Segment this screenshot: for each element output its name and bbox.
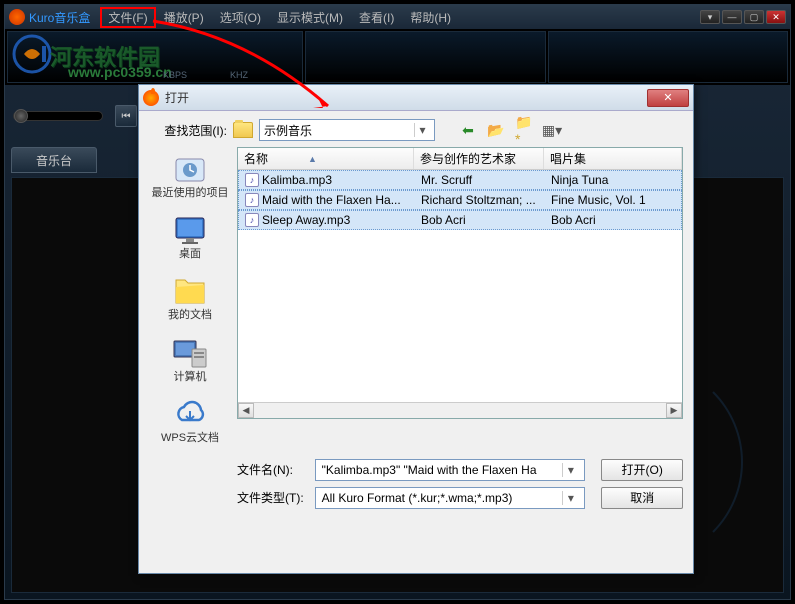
filename-value: "Kalimba.mp3" "Maid with the Flaxen Ha (322, 463, 537, 477)
file-album: Fine Music, Vol. 1 (545, 193, 681, 207)
file-row[interactable]: ♪Maid with the Flaxen Ha... Richard Stol… (238, 190, 682, 210)
scroll-left-icon[interactable]: ◀ (238, 403, 254, 418)
up-folder-icon[interactable]: 📂 (487, 121, 505, 139)
open-button[interactable]: 打开(O) (601, 459, 683, 481)
place-recent-label: 最近使用的项目 (152, 187, 229, 200)
filename-row: 文件名(N): "Kalimba.mp3" "Maid with the Fla… (237, 459, 683, 481)
lookin-value: 示例音乐 (264, 122, 312, 139)
file-album: Ninja Tuna (545, 173, 681, 187)
filetype-combo[interactable]: All Kuro Format (*.kur;*.wma;*.mp3) ▾ (315, 487, 586, 509)
watermark-url: www.pc0359.cn (68, 64, 172, 80)
filetype-label: 文件类型(T): (237, 489, 307, 506)
seek-thumb[interactable] (14, 109, 28, 123)
place-desktop-label: 桌面 (179, 248, 201, 261)
new-folder-icon[interactable]: 📁* (515, 121, 533, 139)
back-icon[interactable]: ⬅ (459, 121, 477, 139)
cloud-icon (172, 398, 208, 430)
places-bar: 最近使用的项目 桌面 我的文档 计算机 WPS云文档 (149, 147, 231, 449)
khz-label: KHZ (230, 70, 248, 80)
folder-icon (233, 122, 253, 138)
chevron-down-icon[interactable]: ▾ (562, 463, 578, 477)
horizontal-scrollbar[interactable]: ◀ ▶ (238, 402, 682, 418)
seek-bar[interactable] (13, 111, 103, 121)
view-menu-icon[interactable]: ▦▾ (543, 121, 561, 139)
place-recent[interactable]: 最近使用的项目 (149, 149, 231, 204)
filename-input[interactable]: "Kalimba.mp3" "Maid with the Flaxen Ha ▾ (315, 459, 586, 481)
minimize-button[interactable]: — (722, 10, 742, 24)
filetype-row: 文件类型(T): All Kuro Format (*.kur;*.wma;*.… (237, 487, 683, 509)
recent-icon (172, 153, 208, 185)
place-documents-label: 我的文档 (168, 309, 212, 322)
chevron-down-icon[interactable]: ▾ (414, 123, 430, 137)
dialog-close-button[interactable]: ✕ (647, 89, 689, 107)
lookin-combo[interactable]: 示例音乐 ▾ (259, 119, 435, 141)
file-name: Sleep Away.mp3 (262, 213, 350, 227)
menu-play[interactable]: 播放(P) (156, 7, 212, 28)
file-album: Bob Acri (545, 213, 681, 227)
display-area: 河东软件园 www.pc0359.cn KBPS KHZ (5, 29, 790, 85)
scroll-track[interactable] (254, 403, 666, 418)
file-row[interactable]: ♪Kalimba.mp3 Mr. Scruff Ninja Tuna (238, 170, 682, 190)
filename-label: 文件名(N): (237, 461, 307, 478)
sort-asc-icon: ▲ (308, 154, 317, 164)
file-row[interactable]: ♪Sleep Away.mp3 Bob Acri Bob Acri (238, 210, 682, 230)
col-name[interactable]: 名称 ▲ (238, 148, 414, 169)
kbps-label: KBPS (163, 70, 187, 80)
nav-toolbar: ⬅ 📂 📁* ▦▾ (459, 121, 561, 139)
open-dialog: 打开 ✕ 查找范围(I): 示例音乐 ▾ ⬅ 📂 📁* ▦▾ 最近使用的项目 (138, 84, 694, 574)
menu-file[interactable]: 文件(F) (100, 7, 155, 28)
place-wpscloud[interactable]: WPS云文档 (149, 394, 231, 449)
dialog-title: 打开 (165, 89, 189, 106)
audio-file-icon: ♪ (245, 193, 259, 207)
dialog-body: 查找范围(I): 示例音乐 ▾ ⬅ 📂 📁* ▦▾ 最近使用的项目 (139, 111, 693, 523)
chevron-down-icon[interactable]: ▾ (562, 491, 578, 505)
titlebar: Kuro音乐盒 文件(F) 播放(P) 选项(O) 显示模式(M) 查看(I) … (5, 5, 790, 29)
place-computer[interactable]: 计算机 (149, 333, 231, 388)
place-documents[interactable]: 我的文档 (149, 271, 231, 326)
mid-display (305, 31, 546, 83)
window-controls: ▾ — ▢ ✕ (700, 10, 786, 24)
lookin-label: 查找范围(I): (149, 122, 227, 139)
prev-button[interactable]: ⏮ (115, 105, 137, 127)
left-display: 河东软件园 www.pc0359.cn KBPS KHZ (7, 31, 303, 83)
computer-icon (172, 337, 208, 369)
file-artist: Mr. Scruff (415, 173, 545, 187)
list-rows: ♪Kalimba.mp3 Mr. Scruff Ninja Tuna ♪Maid… (238, 170, 682, 402)
tray-button[interactable]: ▾ (700, 10, 720, 24)
dialog-fire-icon (143, 90, 159, 106)
col-name-label: 名称 (244, 150, 268, 167)
lookin-row: 查找范围(I): 示例音乐 ▾ ⬅ 📂 📁* ▦▾ (149, 119, 683, 141)
file-artist: Bob Acri (415, 213, 545, 227)
file-name: Kalimba.mp3 (262, 173, 332, 187)
col-album[interactable]: 唱片集 (544, 148, 682, 169)
right-display (548, 31, 789, 83)
desktop-icon (172, 214, 208, 246)
maximize-button[interactable]: ▢ (744, 10, 764, 24)
col-artist[interactable]: 参与创作的艺术家 (414, 148, 544, 169)
documents-icon (172, 275, 208, 307)
menu-help[interactable]: 帮助(H) (402, 7, 459, 28)
place-desktop[interactable]: 桌面 (149, 210, 231, 265)
list-header: 名称 ▲ 参与创作的艺术家 唱片集 (238, 148, 682, 170)
menu-view[interactable]: 查看(I) (351, 7, 402, 28)
filetype-value: All Kuro Format (*.kur;*.wma;*.mp3) (322, 491, 513, 505)
tab-music[interactable]: 音乐台 (11, 147, 97, 173)
file-name: Maid with the Flaxen Ha... (262, 193, 401, 207)
dialog-titlebar[interactable]: 打开 ✕ (139, 85, 693, 111)
file-list: 名称▲ 参与创作的艺术家 唱片集 ♪Kalimba.mp3 Mr. Scruff… (237, 147, 683, 419)
file-artist: Richard Stoltzman; ... (415, 193, 545, 207)
scroll-right-icon[interactable]: ▶ (666, 403, 682, 418)
menu-options[interactable]: 选项(O) (212, 7, 269, 28)
place-computer-label: 计算机 (174, 371, 207, 384)
cancel-button[interactable]: 取消 (601, 487, 683, 509)
bottom-rows: 文件名(N): "Kalimba.mp3" "Maid with the Fla… (237, 459, 683, 509)
dialog-main: 最近使用的项目 桌面 我的文档 计算机 WPS云文档 (149, 147, 683, 449)
app-icon (9, 9, 25, 25)
menu-viewmode[interactable]: 显示模式(M) (269, 7, 351, 28)
close-button[interactable]: ✕ (766, 10, 786, 24)
audio-file-icon: ♪ (245, 213, 259, 227)
place-wpscloud-label: WPS云文档 (161, 432, 219, 445)
audio-file-icon: ♪ (245, 173, 259, 187)
app-title: Kuro音乐盒 (29, 9, 90, 26)
